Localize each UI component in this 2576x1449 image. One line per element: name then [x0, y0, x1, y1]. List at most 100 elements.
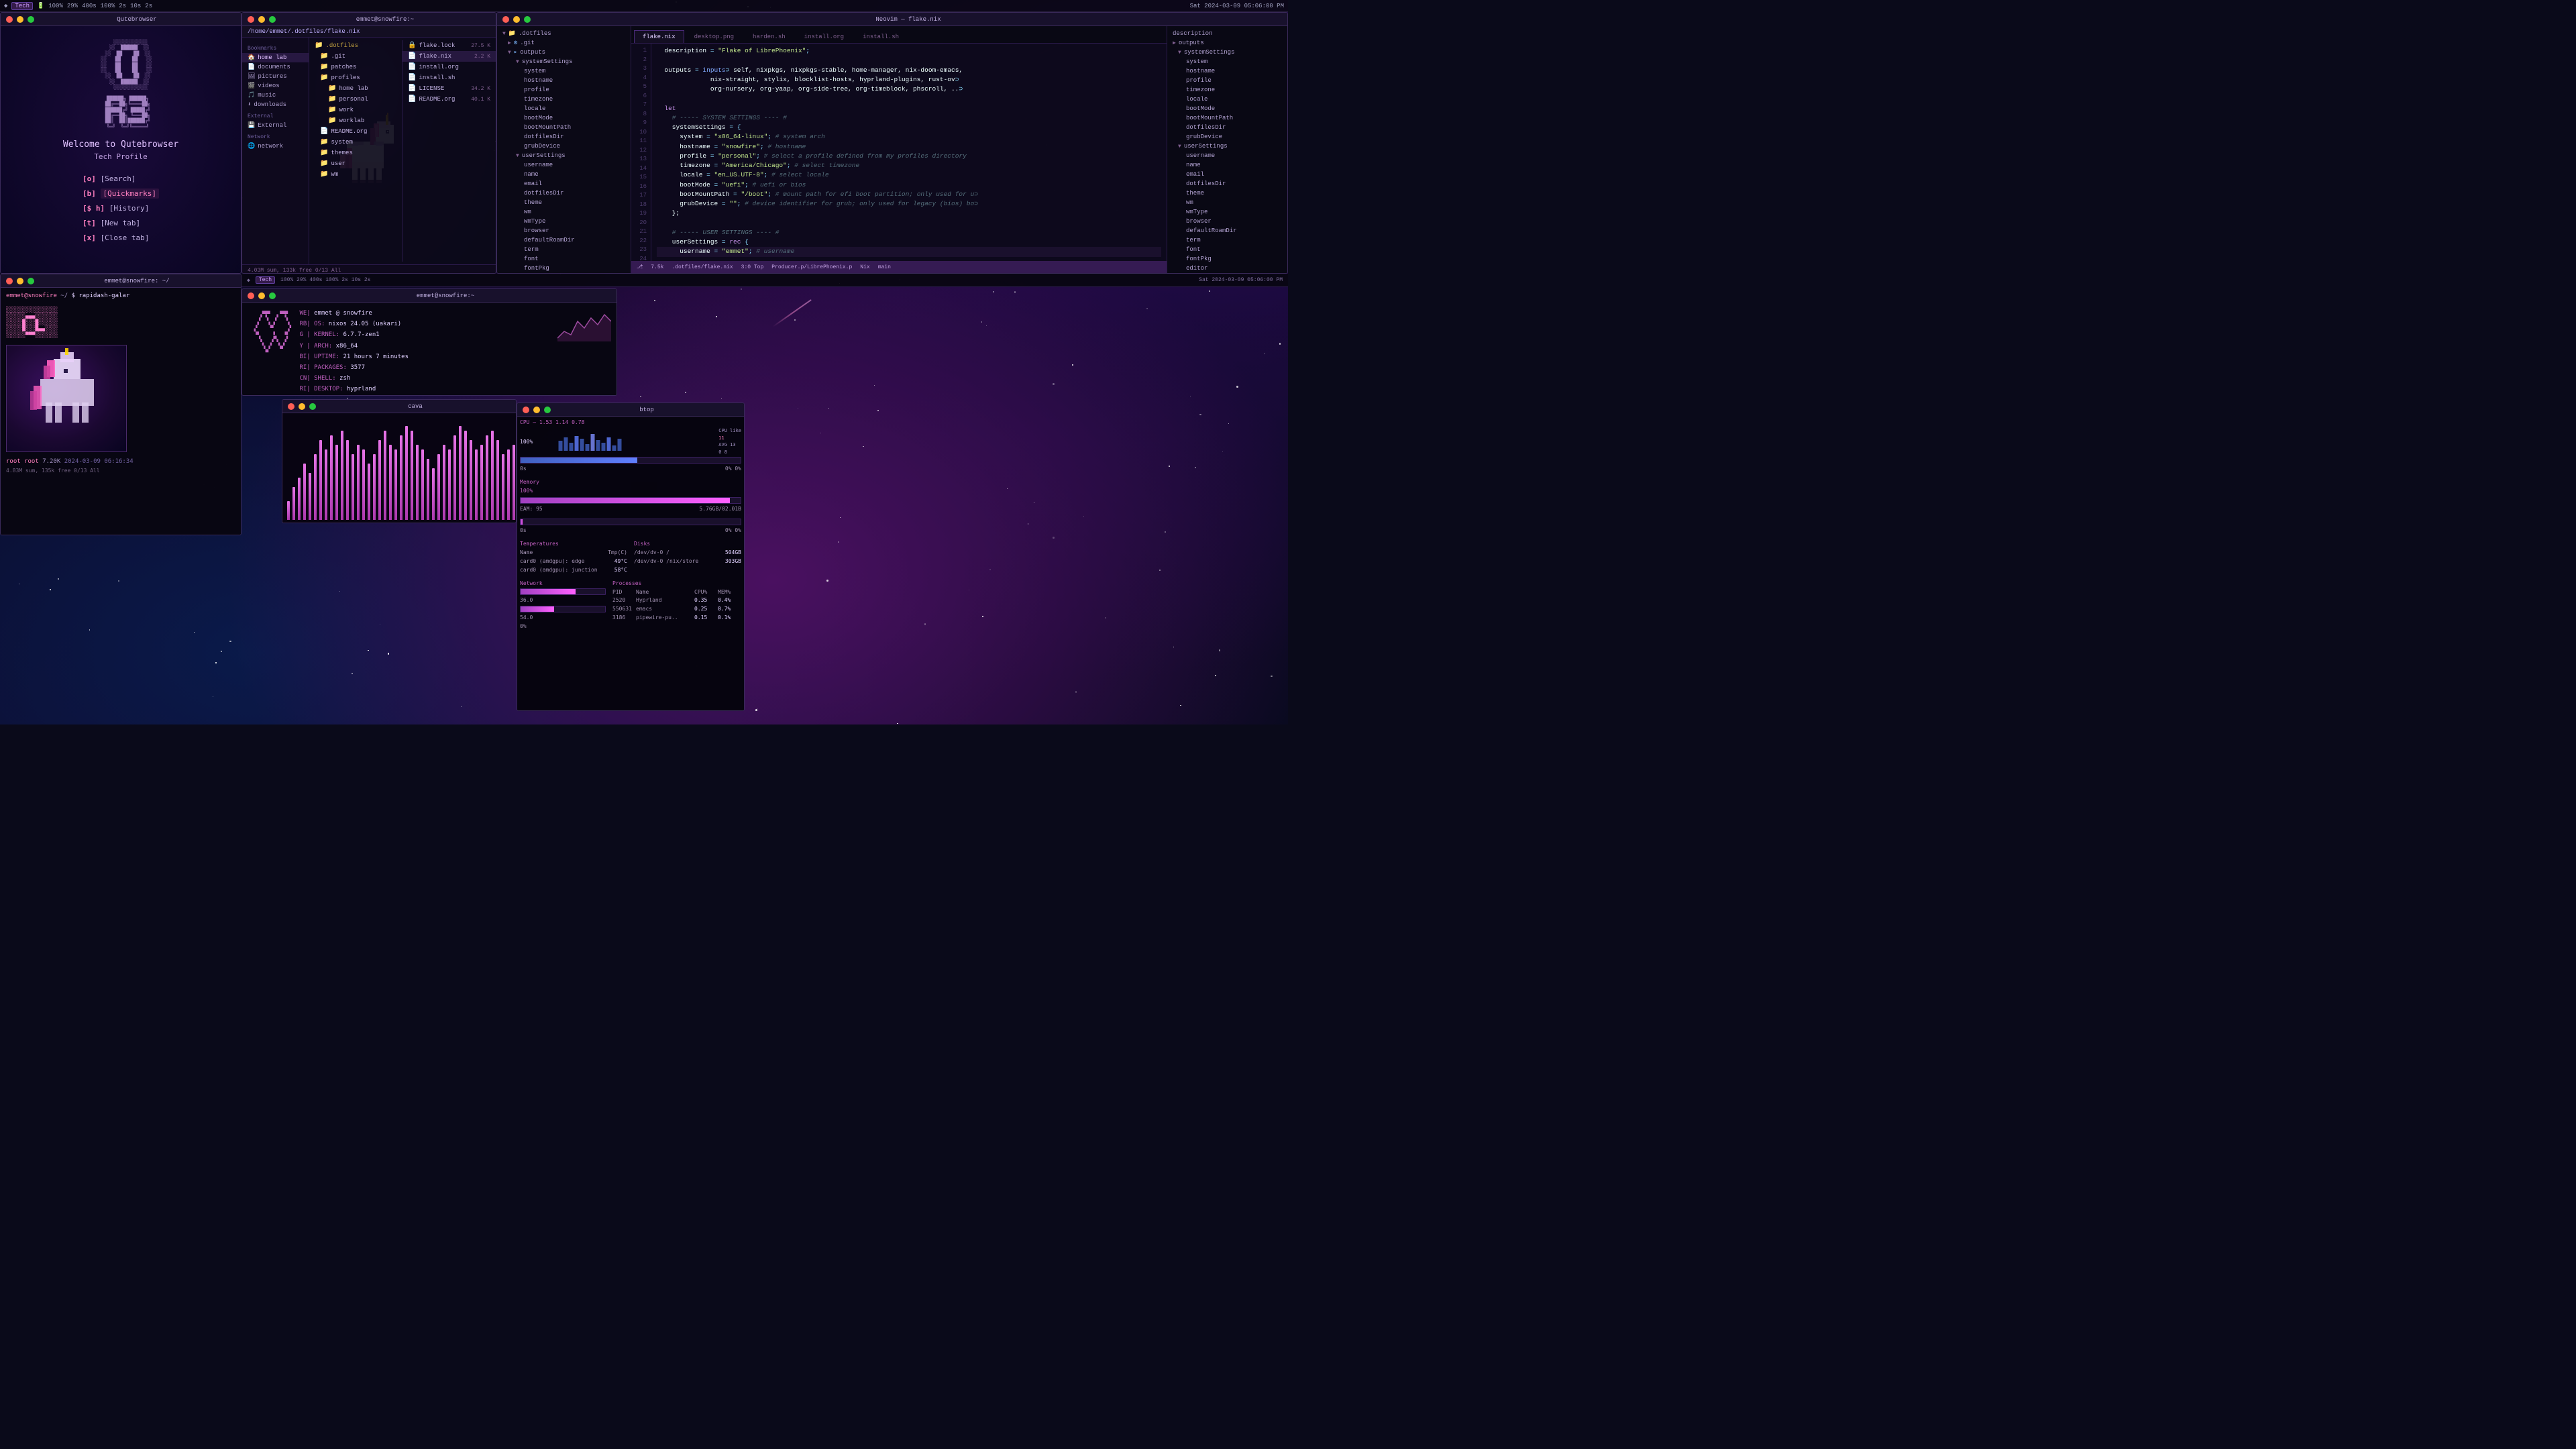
- tree-item-browser[interactable]: browser: [497, 226, 631, 235]
- tree-item-outputs[interactable]: ▼ ▸ outputs: [497, 48, 631, 57]
- tree-item-profile[interactable]: profile: [497, 85, 631, 95]
- fm-tree-homelab[interactable]: 📁 home lab: [309, 83, 402, 94]
- tree-item-font[interactable]: font: [497, 254, 631, 264]
- fm-sidebar-homelab[interactable]: 🏠 home lab: [242, 53, 309, 62]
- rtree-wmtype[interactable]: wmType: [1167, 207, 1287, 217]
- tree-item-wm[interactable]: wm: [497, 207, 631, 217]
- fm-tree-worklab[interactable]: 📁 worklab: [309, 115, 402, 126]
- rtree-system[interactable]: system: [1167, 57, 1287, 66]
- fm-tree-system[interactable]: 📁 system: [309, 137, 402, 148]
- rtree-dotfilesdir2[interactable]: dotfilesDir: [1167, 179, 1287, 189]
- tab-desktop[interactable]: desktop.png: [686, 30, 743, 43]
- rtree-dotfilesdir[interactable]: dotfilesDir: [1167, 123, 1287, 132]
- fm-sidebar-network[interactable]: 🌐 network: [242, 142, 309, 151]
- neofetch-max[interactable]: [269, 292, 276, 299]
- rtree-defaultroamdir[interactable]: defaultRoamDir: [1167, 226, 1287, 235]
- rtree-locale[interactable]: locale: [1167, 95, 1287, 104]
- qute-menu-history[interactable]: [$ h] [History]: [83, 201, 159, 216]
- qute-menu-newtab[interactable]: [t] [New tab]: [83, 216, 159, 231]
- rtree-email[interactable]: email: [1167, 170, 1287, 179]
- rtree-profile[interactable]: profile: [1167, 76, 1287, 85]
- tab-harden[interactable]: harden.sh: [744, 30, 794, 43]
- fm-tree-personal[interactable]: 📁 personal: [309, 94, 402, 105]
- term-bl-max[interactable]: [28, 278, 34, 284]
- rtree-usersettings[interactable]: ▼userSettings: [1167, 142, 1287, 151]
- tab-install-org[interactable]: install.org: [796, 30, 853, 43]
- qute-menu-search[interactable]: [o] [Search]: [83, 172, 159, 186]
- fm-tree-user[interactable]: 📁 user: [309, 158, 402, 169]
- fm-sidebar-music[interactable]: 🎵 music: [242, 91, 309, 100]
- tree-item-dotfilesdir2[interactable]: dotfilesDir: [497, 189, 631, 198]
- rtree-grubdevice[interactable]: grubDevice: [1167, 132, 1287, 142]
- fm-tree-readme[interactable]: 📄 README.org: [309, 126, 402, 137]
- fm-minimize-button[interactable]: [258, 16, 265, 23]
- fm-tree-git[interactable]: 📁 .git: [309, 51, 402, 62]
- tree-item-systemsettings[interactable]: ▼ systemSettings: [497, 57, 631, 66]
- tree-item-system[interactable]: system: [497, 66, 631, 76]
- editor-minimize-button[interactable]: [513, 16, 520, 23]
- tree-item-theme[interactable]: theme: [497, 198, 631, 207]
- neofetch-min[interactable]: [258, 292, 265, 299]
- fm-sidebar-external[interactable]: 💾 External: [242, 121, 309, 130]
- rtree-editor[interactable]: editor: [1167, 264, 1287, 273]
- tree-item-name[interactable]: name: [497, 170, 631, 179]
- tree-item-bootmode[interactable]: bootMode: [497, 113, 631, 123]
- tree-item-dotfiles[interactable]: ▼ 📁 .dotfiles: [497, 29, 631, 38]
- sysmon-max[interactable]: [544, 407, 551, 413]
- fm-tree-patches[interactable]: 📁 patches: [309, 62, 402, 72]
- term-bl-min[interactable]: [17, 278, 23, 284]
- fm-file-installsh[interactable]: 📄 install.sh: [402, 72, 496, 83]
- rtree-hostname[interactable]: hostname: [1167, 66, 1287, 76]
- rtree-font[interactable]: font: [1167, 245, 1287, 254]
- fm-tree-profiles[interactable]: 📁 profiles: [309, 72, 402, 83]
- tree-item-defaultroamdir[interactable]: defaultRoamDir: [497, 235, 631, 245]
- tree-item-email[interactable]: email: [497, 179, 631, 189]
- editor-close-button[interactable]: [502, 16, 509, 23]
- maximize-button[interactable]: [28, 16, 34, 23]
- rtree-username[interactable]: username: [1167, 151, 1287, 160]
- rtree-fontpkg[interactable]: fontPkg: [1167, 254, 1287, 264]
- fm-sidebar-documents[interactable]: 📄 documents: [242, 62, 309, 72]
- fm-sidebar-videos[interactable]: 🎬 videos: [242, 81, 309, 91]
- neofetch-close[interactable]: [248, 292, 254, 299]
- tree-item-wmtype[interactable]: wmType: [497, 217, 631, 226]
- sysmon-min[interactable]: [533, 407, 540, 413]
- editor-maximize-button[interactable]: [524, 16, 531, 23]
- rtree-timezone[interactable]: timezone: [1167, 85, 1287, 95]
- close-button[interactable]: [6, 16, 13, 23]
- fm-tree-themes[interactable]: 📁 themes: [309, 148, 402, 158]
- viz-close[interactable]: [288, 403, 294, 410]
- fm-file-installorg[interactable]: 📄 install.org: [402, 62, 496, 72]
- viz-max[interactable]: [309, 403, 316, 410]
- tree-item-locale[interactable]: locale: [497, 104, 631, 113]
- rtree-description[interactable]: description: [1167, 29, 1287, 38]
- rtree-term[interactable]: term: [1167, 235, 1287, 245]
- rtree-outputs[interactable]: ▶outputs: [1167, 38, 1287, 48]
- tab-install-sh[interactable]: install.sh: [854, 30, 908, 43]
- rtree-wm[interactable]: wm: [1167, 198, 1287, 207]
- tree-item-dotfilesdir[interactable]: dotfilesDir: [497, 132, 631, 142]
- rtree-name[interactable]: name: [1167, 160, 1287, 170]
- viz-min[interactable]: [299, 403, 305, 410]
- fm-maximize-button[interactable]: [269, 16, 276, 23]
- fm-file-readmeorg[interactable]: 📄 README.org 40.1 K: [402, 94, 496, 105]
- minimize-button[interactable]: [17, 16, 23, 23]
- tree-item-bootmountpath[interactable]: bootMountPath: [497, 123, 631, 132]
- rtree-bootmode[interactable]: bootMode: [1167, 104, 1287, 113]
- rtree-theme[interactable]: theme: [1167, 189, 1287, 198]
- fm-sidebar-downloads[interactable]: ⬇ downloads: [242, 100, 309, 109]
- qute-menu-bookmarks[interactable]: [b] [Quickmarks]: [83, 186, 159, 201]
- fm-tree-dotfiles[interactable]: 📁 .dotfiles: [309, 40, 402, 51]
- tree-item-git[interactable]: ▶ ⚙ .git: [497, 38, 631, 48]
- tab-flakenix[interactable]: flake.nix: [634, 30, 684, 43]
- sysmon-close[interactable]: [523, 407, 529, 413]
- tree-item-term[interactable]: term: [497, 245, 631, 254]
- tree-item-usersettings[interactable]: ▼ userSettings: [497, 151, 631, 160]
- fm-file-flakenix[interactable]: 📄 flake.nix 2.2 K: [402, 51, 496, 62]
- tree-item-fontpkg[interactable]: fontPkg: [497, 264, 631, 273]
- rtree-browser[interactable]: browser: [1167, 217, 1287, 226]
- tree-item-hostname[interactable]: hostname: [497, 76, 631, 85]
- fm-sidebar-pictures[interactable]: 🖼 pictures: [242, 72, 309, 81]
- tree-item-grubdevice[interactable]: grubDevice: [497, 142, 631, 151]
- qute-menu-close[interactable]: [x] [Close tab]: [83, 231, 159, 246]
